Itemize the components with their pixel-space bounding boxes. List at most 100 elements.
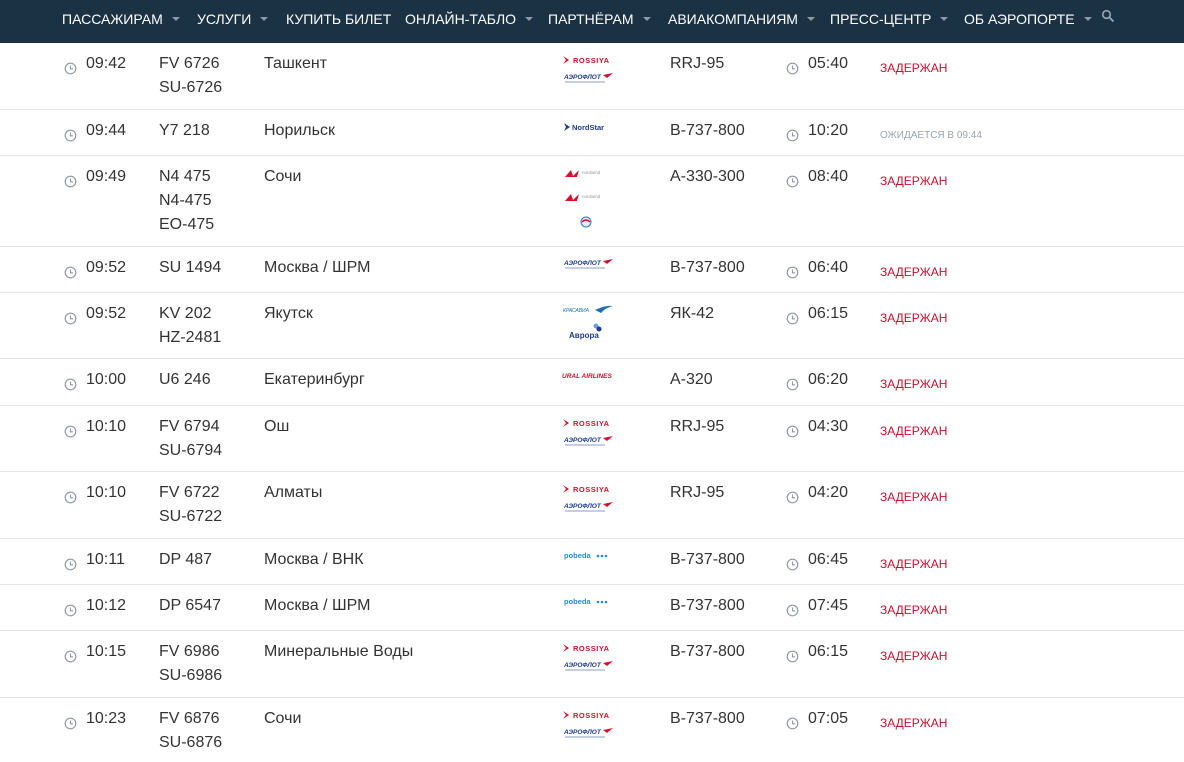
destination: Екатеринбург <box>264 371 365 388</box>
flight-number[interactable]: U6 246 <box>159 368 211 392</box>
flight-row[interactable]: 10:23 Сочи B-737-800 07:05 ЗАДЕРЖАН FV 6876 SU… <box>0 698 1184 762</box>
scheduled-time: 10:00 <box>86 371 127 388</box>
actual-time: 06:40 <box>808 259 849 276</box>
scheduled-time: 10:15 <box>86 643 127 660</box>
flight-number[interactable]: DP 487 <box>159 548 212 572</box>
nav-item-7[interactable]: ОБ АЭРОПОРТЕ <box>964 11 1092 27</box>
aeroflot-logo: АЭРОФЛОТ <box>561 435 615 449</box>
clock-icon <box>786 601 799 617</box>
nav-item-label: КУПИТЬ БИЛЕТ <box>286 11 392 27</box>
clock-icon <box>786 555 799 571</box>
scheduled-time: 09:52 <box>86 259 127 276</box>
flight-number[interactable]: HZ-2481 <box>159 326 221 350</box>
nordwind-logo: nordwind <box>561 191 615 205</box>
flight-number[interactable]: FV 6876 <box>159 707 222 731</box>
scheduled-time: 10:23 <box>86 710 127 727</box>
chevron-down-icon <box>171 17 180 22</box>
scheduled-time: 10:10 <box>86 418 127 435</box>
nav-item-6[interactable]: ПРЕСС-ЦЕНТР <box>830 11 949 27</box>
flight-numbers: FV 6986 SU-6986 <box>159 640 222 688</box>
flight-row[interactable]: 10:12 Москва / ШРМ B-737-800 07:45 ЗАДЕРЖАН D… <box>0 585 1184 631</box>
clock-icon <box>64 601 77 617</box>
status-badge: ЗАДЕРЖАН <box>880 649 948 663</box>
flight-row[interactable]: 09:52 Москва / ШРМ B-737-800 06:40 ЗАДЕРЖАН S… <box>0 247 1184 293</box>
flight-number[interactable]: FV 6986 <box>159 640 222 664</box>
destination: Ташкент <box>264 55 328 72</box>
flight-number[interactable]: N4-475 <box>159 189 214 213</box>
airline-logos: NordStar <box>561 121 615 135</box>
nordwind-logo: nordwind <box>561 167 615 181</box>
flight-row[interactable]: 10:10 Алматы RRJ-95 04:20 ЗАДЕРЖАН FV 6722 SU-… <box>0 472 1184 539</box>
flight-number[interactable]: SU-6726 <box>159 76 222 100</box>
svg-text:ROSSIYA: ROSSIYA <box>573 56 610 65</box>
flight-number[interactable]: Y7 218 <box>159 119 210 143</box>
airline-logos: АЭРОФЛОТ <box>561 258 615 272</box>
flight-number[interactable]: SU-6722 <box>159 505 222 529</box>
nav-item-2[interactable]: КУПИТЬ БИЛЕТ <box>286 11 391 27</box>
actual-time: 07:45 <box>808 597 849 614</box>
flight-number[interactable]: DP 6547 <box>159 594 221 618</box>
nav-item-4[interactable]: ПАРТНЁРАМ <box>548 11 651 27</box>
flight-row[interactable]: 09:42 Ташкент RRJ-95 05:40 ЗАДЕРЖАН FV 6726 SU… <box>0 43 1184 110</box>
scheduled-time: 09:52 <box>86 305 127 322</box>
flight-numbers: KV 202 HZ-2481 <box>159 302 221 350</box>
actual-time: 04:30 <box>808 418 849 435</box>
nav-item-label: ОБ АЭРОПОРТЕ <box>964 11 1075 27</box>
flight-numbers: SU 1494 <box>159 256 221 280</box>
status-badge: ЗАДЕРЖАН <box>880 557 948 571</box>
flight-number[interactable]: SU-6876 <box>159 731 222 755</box>
destination: Алматы <box>264 484 323 501</box>
nav-item-1[interactable]: УСЛУГИ <box>197 11 269 27</box>
clock-icon <box>786 59 799 75</box>
clock-icon <box>786 126 799 142</box>
clock-icon <box>64 172 77 188</box>
status-badge: ОЖИДАЕТСЯ В 09:44 <box>880 130 982 141</box>
aeroflot-logo: АЭРОФЛОТ <box>561 660 615 674</box>
flight-numbers: U6 246 <box>159 368 211 392</box>
flight-row[interactable]: 09:52 Якутск ЯК-42 06:15 ЗАДЕРЖАН KV 202 HZ-24… <box>0 293 1184 359</box>
flight-row[interactable]: 09:44 Норильск B-737-800 10:20 ОЖИДАЕТСЯ В 0… <box>0 110 1184 156</box>
flight-row[interactable]: 10:10 Ош RRJ-95 04:30 ЗАДЕРЖАН FV 6794 SU-6794… <box>0 406 1184 472</box>
aircraft-type: ЯК-42 <box>670 305 714 322</box>
flight-number[interactable]: SU-6794 <box>159 439 222 463</box>
nav-item-3[interactable]: ОНЛАЙН-ТАБЛО <box>405 11 534 27</box>
svg-text:ROSSIYA: ROSSIYA <box>573 644 610 653</box>
clock-icon <box>786 714 799 730</box>
destination: Москва / ШРМ <box>264 597 371 614</box>
flight-row[interactable]: 10:11 Москва / ВНК B-737-800 06:45 ЗАДЕРЖАН D… <box>0 539 1184 585</box>
scheduled-time: 10:10 <box>86 484 127 501</box>
actual-time: 05:40 <box>808 55 849 72</box>
search-icon[interactable] <box>1101 9 1115 23</box>
airline-logos: nordwind nordwind <box>561 167 615 239</box>
flight-number[interactable]: SU-6986 <box>159 664 222 688</box>
nav-item-0[interactable]: ПАССАЖИРАМ <box>62 11 180 27</box>
clock-icon <box>786 488 799 504</box>
svg-text:URAL AIRLINES: URAL AIRLINES <box>562 373 613 380</box>
flight-row[interactable]: 09:49 Сочи A-330-300 08:40 ЗАДЕРЖАН N4 475 N4-… <box>0 156 1184 247</box>
airline-logos: ROSSIYA АЭРОФЛОТ <box>561 417 615 453</box>
flight-row[interactable]: 10:15 Минеральные Воды B-737-800 06:15 ЗАДЕР… <box>0 631 1184 698</box>
airline-logos: ROSSIYA АЭРОФЛОТ <box>561 709 615 745</box>
clock-icon <box>64 555 77 571</box>
flight-numbers: Y7 218 <box>159 119 210 143</box>
svg-text:АЭРОФЛОТ: АЭРОФЛОТ <box>563 260 602 267</box>
clock-icon <box>786 309 799 325</box>
clock-icon <box>786 647 799 663</box>
nav-item-5[interactable]: АВИАКОМПАНИЯМ <box>668 11 815 27</box>
flight-row[interactable]: 10:00 Екатеринбург A-320 06:20 ЗАДЕРЖАН U6 24… <box>0 359 1184 406</box>
flight-number[interactable]: KV 202 <box>159 302 221 326</box>
scheduled-time: 09:49 <box>86 168 127 185</box>
aeroflot-logo: АЭРОФЛОТ <box>561 727 615 741</box>
flight-number[interactable]: N4 475 <box>159 165 214 189</box>
clock-icon <box>64 126 77 142</box>
aeroflot-logo: АЭРОФЛОТ <box>561 72 615 86</box>
flight-number[interactable]: FV 6726 <box>159 52 222 76</box>
clock-icon <box>786 375 799 391</box>
flight-number[interactable]: FV 6794 <box>159 415 222 439</box>
nav-item-label: УСЛУГИ <box>197 11 252 27</box>
svg-text:nordwind: nordwind <box>582 194 601 199</box>
pegas-logo <box>561 215 615 235</box>
flight-number[interactable]: SU 1494 <box>159 256 221 280</box>
flight-number[interactable]: FV 6722 <box>159 481 222 505</box>
flight-number[interactable]: EO-475 <box>159 213 214 237</box>
